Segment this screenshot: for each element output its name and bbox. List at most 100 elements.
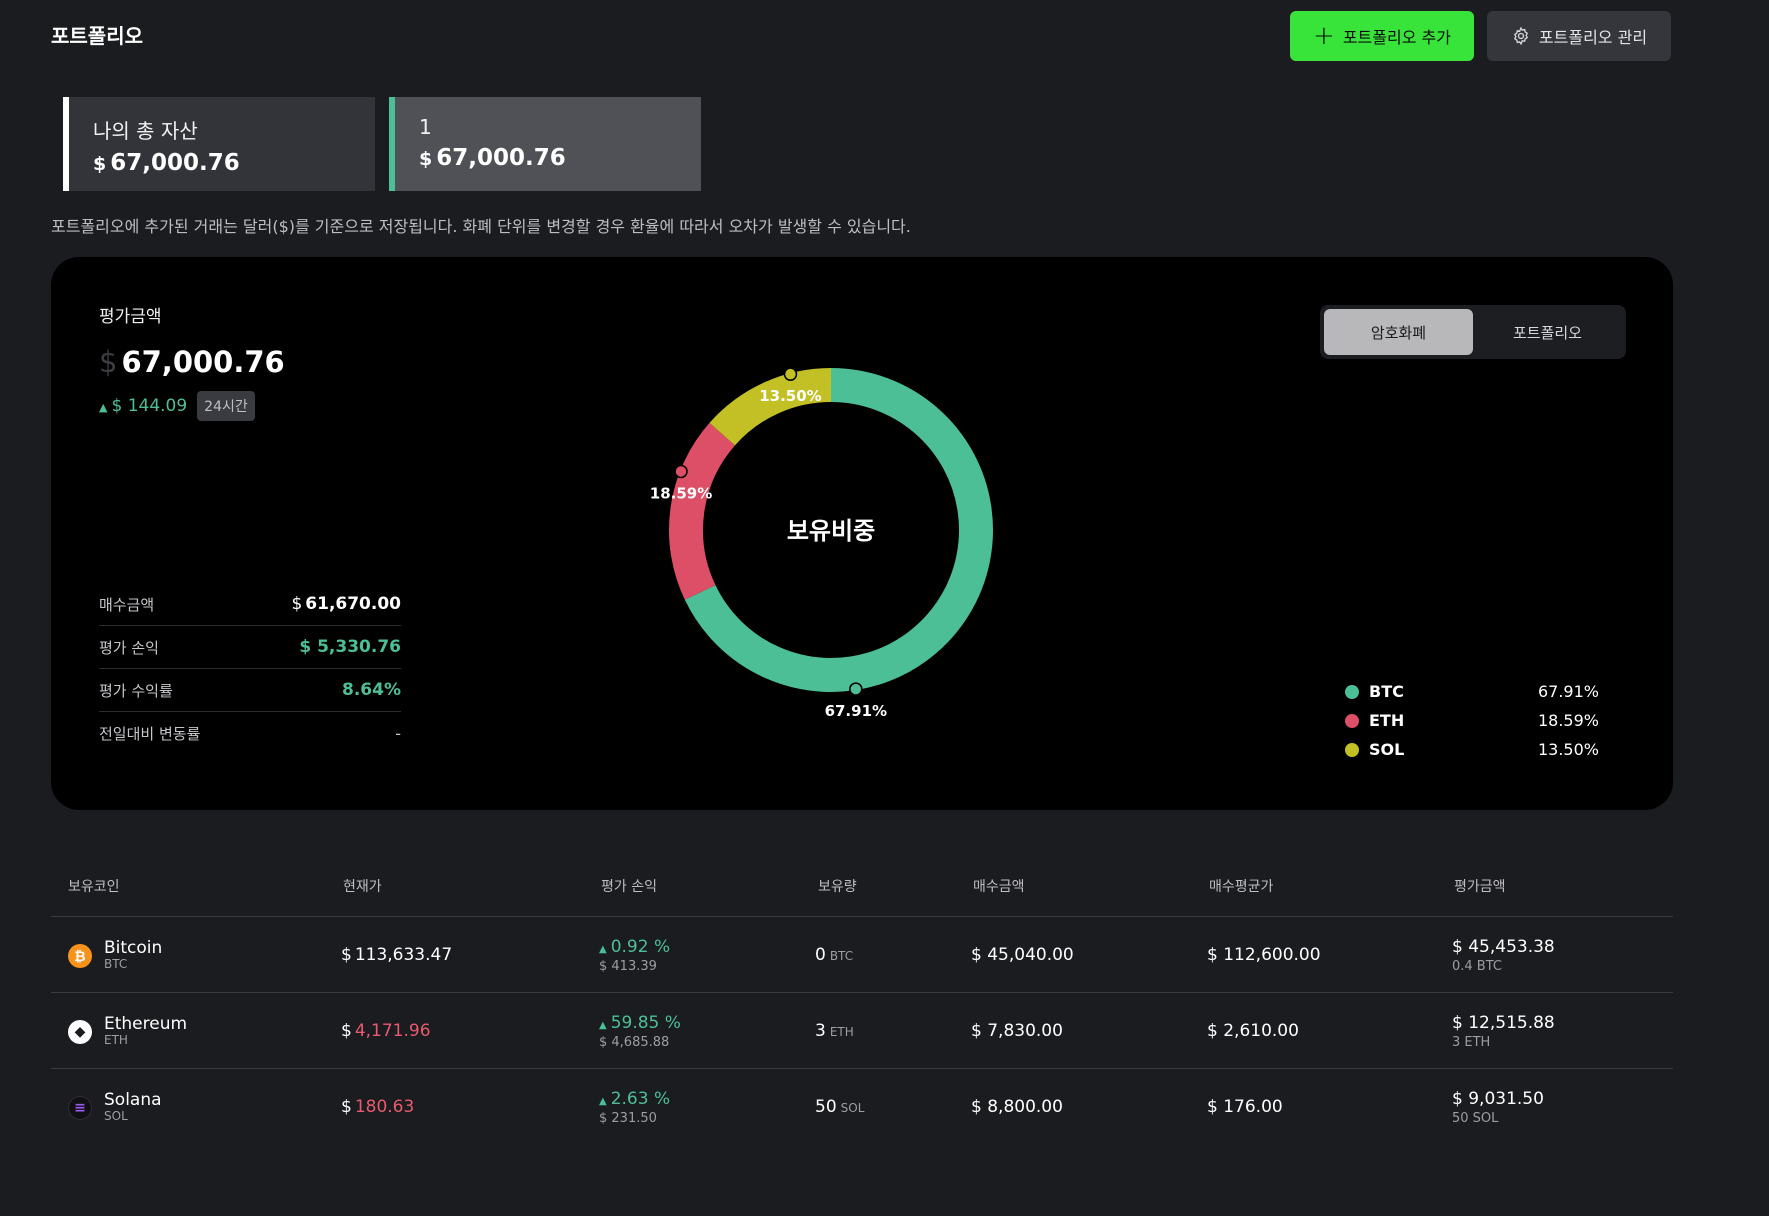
portfolio-card-1[interactable]: 1 $67,000.76: [389, 97, 701, 191]
up-triangle-icon: ▲: [99, 401, 108, 414]
col-price: 현재가: [343, 879, 382, 895]
avg-price: $ 112,600.00: [1207, 945, 1321, 965]
avg-price-cell: $ 2,610.00: [1207, 993, 1299, 1069]
manage-portfolio-label: 포트폴리오 관리: [1538, 28, 1648, 47]
qty-cell: 0 BTC: [815, 917, 853, 993]
buy-amount: $ 8,800.00: [971, 1097, 1063, 1117]
donut-slice-eth[interactable]: [669, 422, 736, 600]
pl-cell: ▲ 59.85 % $ 4,685.88: [599, 993, 681, 1069]
chart-legend: BTC 67.91% ETH 18.59% SOL 13.50%: [1345, 677, 1599, 764]
currency-notice: 포트폴리오에 추가된 거래는 달러($)를 기준으로 저장됩니다. 화폐 단위를…: [51, 217, 911, 236]
pl-cell: ▲ 0.92 % $ 413.39: [599, 917, 670, 993]
pl-percent: ▲ 0.92 %: [599, 936, 671, 957]
eval-sub: 50 SOL: [1452, 1110, 1499, 1126]
slice-marker-btc: [849, 682, 863, 696]
avg-price-cell: $ 176.00: [1207, 1069, 1283, 1145]
qty-cell: 50 SOL: [815, 1069, 864, 1145]
current-price: $113,633.47: [341, 945, 453, 965]
legend-percent: 67.91%: [1537, 682, 1599, 701]
allocation-donut-chart: 67.91% 18.59% 13.50% 보유비중: [650, 367, 993, 720]
col-coin: 보유코인: [68, 879, 120, 895]
total-assets-card[interactable]: 나의 총 자산 $67,000.76: [63, 97, 375, 191]
add-portfolio-button[interactable]: + 포트폴리오 추가: [1290, 11, 1474, 61]
bitcoin-icon: ₿: [68, 944, 92, 968]
price-cell: $113,633.47: [341, 917, 452, 993]
slice-label-btc: 67.91%: [825, 702, 887, 720]
add-portfolio-label: 포트폴리오 추가: [1342, 28, 1451, 47]
coin-name: Ethereum: [104, 1013, 188, 1034]
plus-icon: +: [1313, 21, 1335, 51]
table-row[interactable]: ₿ Bitcoin BTC $113,633.47 ▲ 0.92 % $ 413.39 0 BT…: [51, 917, 1673, 993]
legend-item-eth[interactable]: ETH 18.59%: [1345, 706, 1599, 735]
table-header: 보유코인 현재가 평가 손익 보유량 매수금액 매수평균가 평가금액: [51, 872, 1673, 917]
eval-amount: $ 12,515.88: [1452, 1012, 1555, 1033]
legend-percent: 13.50%: [1537, 740, 1599, 759]
avg-price-cell: $ 112,600.00: [1207, 917, 1321, 993]
legend-percent: 18.59%: [1537, 711, 1599, 730]
solana-icon: ≡: [68, 1096, 92, 1120]
coin-symbol: ETH: [104, 1033, 128, 1048]
price-cell: $4,171.96: [341, 993, 431, 1069]
portfolio-page: 포트폴리오 + 포트폴리오 추가 포트폴리오 관리 나의 총 자산 $67,00…: [0, 0, 1769, 1216]
buy-amount-cell: $ 7,830.00: [971, 993, 1063, 1069]
legend-symbol: SOL: [1369, 740, 1405, 759]
quantity: 0 BTC: [815, 945, 854, 965]
pl-percent: ▲ 59.85 %: [599, 1012, 681, 1033]
pl-percent: ▲ 2.63 %: [599, 1088, 671, 1109]
card-name: 1: [419, 115, 432, 139]
ethereum-icon: ◆: [68, 1020, 92, 1044]
eval-sub: 0.4 BTC: [1452, 958, 1502, 974]
stat-daily-change: 전일대비 변동률 -: [99, 724, 401, 743]
up-triangle-icon: ▲: [599, 1019, 607, 1031]
donut-center-label: 보유비중: [787, 517, 875, 545]
buy-amount: $ 45,040.00: [971, 945, 1074, 965]
col-pl: 평가 손익: [601, 879, 657, 895]
legend-symbol: ETH: [1369, 711, 1405, 730]
eval-cell: $ 45,453.38 0.4 BTC: [1452, 917, 1555, 993]
change-value: $ 144.09: [111, 396, 188, 416]
change-24h: ▲ $ 144.09 24시간: [99, 391, 255, 421]
holdings-table: 보유코인 현재가 평가 손익 보유량 매수금액 매수평균가 평가금액 ₿ Bitc…: [51, 872, 1673, 1145]
legend-dot: [1345, 742, 1359, 757]
col-eval: 평가금액: [1454, 879, 1506, 895]
buy-amount-cell: $ 45,040.00: [971, 917, 1074, 993]
col-qty: 보유량: [818, 879, 857, 895]
pl-cell: ▲ 2.63 % $ 231.50: [599, 1069, 670, 1145]
qty-cell: 3 ETH: [815, 993, 854, 1069]
tab-portfolio[interactable]: 포트폴리오: [1473, 309, 1622, 355]
coin-symbol: BTC: [104, 957, 128, 972]
avg-price: $ 176.00: [1207, 1097, 1283, 1117]
legend-item-sol[interactable]: SOL 13.50%: [1345, 735, 1599, 764]
current-price: $180.63: [341, 1097, 415, 1117]
view-toggle: 암호화폐 포트폴리오: [1320, 305, 1626, 359]
slice-marker-sol: [783, 367, 798, 381]
coin-name: Bitcoin: [104, 937, 163, 958]
table-row[interactable]: ◆ Ethereum ETH $4,171.96 ▲ 59.85 % $ 4,685.88 3…: [51, 993, 1673, 1069]
card-amount: $67,000.76: [419, 145, 566, 171]
avg-price: $ 2,610.00: [1207, 1021, 1299, 1041]
legend-item-btc[interactable]: BTC 67.91%: [1345, 677, 1599, 706]
eval-label: 평가금액: [99, 307, 162, 327]
coin-symbol: SOL: [104, 1109, 128, 1124]
page-title: 포트폴리오: [51, 24, 143, 48]
price-cell: $180.63: [341, 1069, 414, 1145]
manage-portfolio-button[interactable]: 포트폴리오 관리: [1487, 11, 1671, 61]
table-row[interactable]: ≡ Solana SOL $180.63 ▲ 2.63 % $ 231.50 50 SOL $ 8…: [51, 1069, 1673, 1145]
quantity: 50 SOL: [815, 1097, 865, 1117]
coin-cell: Solana SOL: [104, 1069, 162, 1145]
buy-amount: $ 7,830.00: [971, 1021, 1063, 1041]
table-body: ₿ Bitcoin BTC $113,633.47 ▲ 0.92 % $ 413.39 0 BT…: [51, 917, 1673, 1145]
col-avg-price: 매수평균가: [1209, 879, 1274, 895]
legend-dot: [1345, 684, 1359, 699]
tab-crypto[interactable]: 암호화폐: [1324, 309, 1473, 355]
eval-amount: $ 9,031.50: [1452, 1088, 1544, 1109]
pl-amount: $ 413.39: [599, 958, 657, 974]
coin-name: Solana: [104, 1089, 162, 1110]
period-badge: 24시간: [197, 391, 255, 421]
slice-marker-eth: [674, 464, 688, 479]
eval-sub: 3 ETH: [1452, 1034, 1491, 1050]
coin-cell: Ethereum ETH: [104, 993, 187, 1069]
buy-amount-cell: $ 8,800.00: [971, 1069, 1063, 1145]
stat-buy-amount: 매수금액 $61,670.00: [99, 583, 401, 626]
legend-dot: [1345, 713, 1359, 728]
